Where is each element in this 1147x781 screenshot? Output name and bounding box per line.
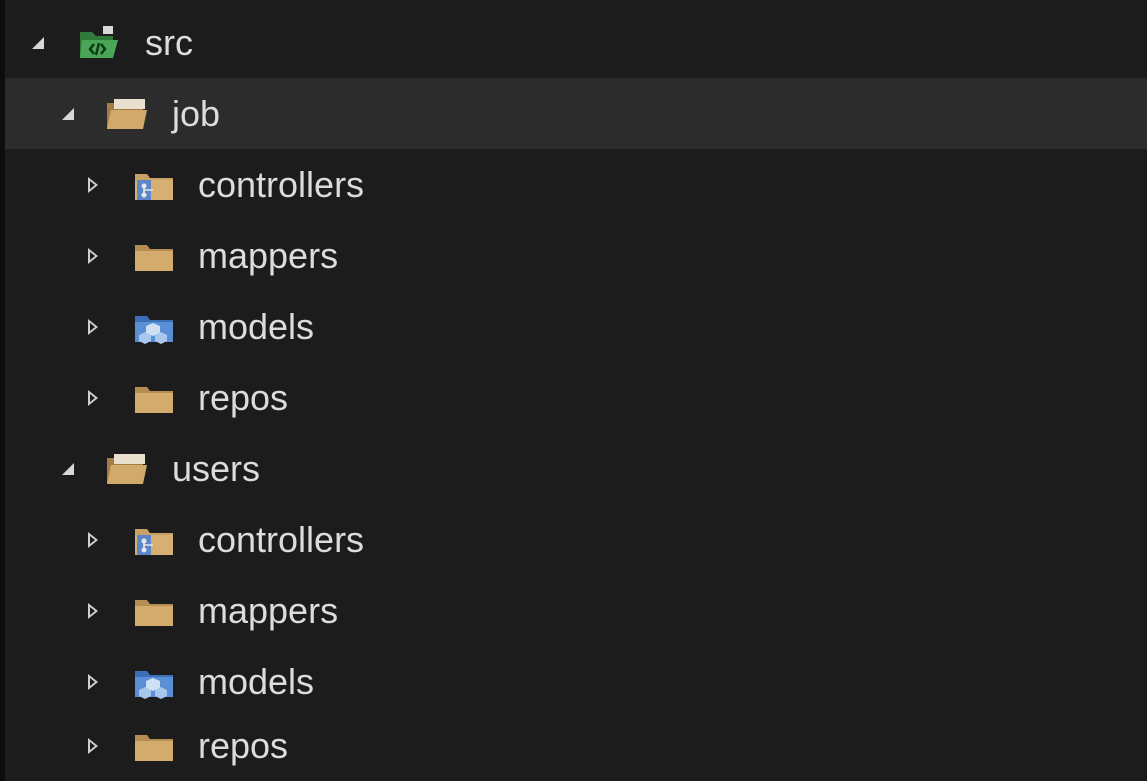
tree-item-models[interactable]: models [5, 646, 1147, 717]
code-folder-icon [77, 24, 121, 62]
tree-item-label: mappers [198, 590, 339, 631]
tree-item-label: models [198, 306, 315, 347]
controllers-folder-icon [133, 166, 177, 204]
tree-item-src[interactable]: src [5, 7, 1147, 78]
folder-open-icon [105, 450, 149, 488]
tree-item-label: src [145, 22, 193, 63]
expand-arrow-icon[interactable] [88, 738, 98, 754]
controllers-folder-icon [133, 521, 177, 559]
expand-arrow-icon[interactable] [88, 177, 98, 193]
tree-item-label: mappers [198, 235, 339, 276]
tree-item-label: repos [198, 377, 289, 418]
expand-arrow-icon[interactable] [88, 603, 98, 619]
collapse-arrow-icon[interactable] [32, 37, 44, 49]
tree-item-label: users [172, 448, 261, 489]
tree-item-label: controllers [198, 164, 365, 205]
models-folder-icon [133, 308, 177, 346]
tree-item-label: models [198, 661, 315, 702]
tree-item-label: job [172, 93, 221, 134]
tree-item-repos[interactable]: repos [5, 362, 1147, 433]
solution-explorer-tree: src job controllers mappers models repos… [0, 0, 1147, 781]
expand-arrow-icon[interactable] [88, 248, 98, 264]
expand-arrow-icon[interactable] [88, 532, 98, 548]
tree-item-repos[interactable]: repos [5, 710, 1147, 781]
tree-item-controllers[interactable]: controllers [5, 149, 1147, 220]
tree-item-controllers[interactable]: controllers [5, 504, 1147, 575]
tree-item-users[interactable]: users [5, 433, 1147, 504]
models-folder-icon [133, 663, 177, 701]
tree-item-models[interactable]: models [5, 291, 1147, 362]
collapse-arrow-icon[interactable] [62, 108, 74, 120]
folder-icon [133, 592, 177, 630]
folder-open-icon [105, 95, 149, 133]
tree-item-label: controllers [198, 519, 365, 560]
folder-icon [133, 379, 177, 417]
tree-item-mappers[interactable]: mappers [5, 220, 1147, 291]
expand-arrow-icon[interactable] [88, 319, 98, 335]
collapse-arrow-icon[interactable] [62, 463, 74, 475]
tree-item-job[interactable]: job [5, 78, 1147, 149]
tree-item-mappers[interactable]: mappers [5, 575, 1147, 646]
folder-icon [133, 727, 177, 765]
expand-arrow-icon[interactable] [88, 390, 98, 406]
folder-icon [133, 237, 177, 275]
expand-arrow-icon[interactable] [88, 674, 98, 690]
tree-item-label: repos [198, 725, 289, 766]
